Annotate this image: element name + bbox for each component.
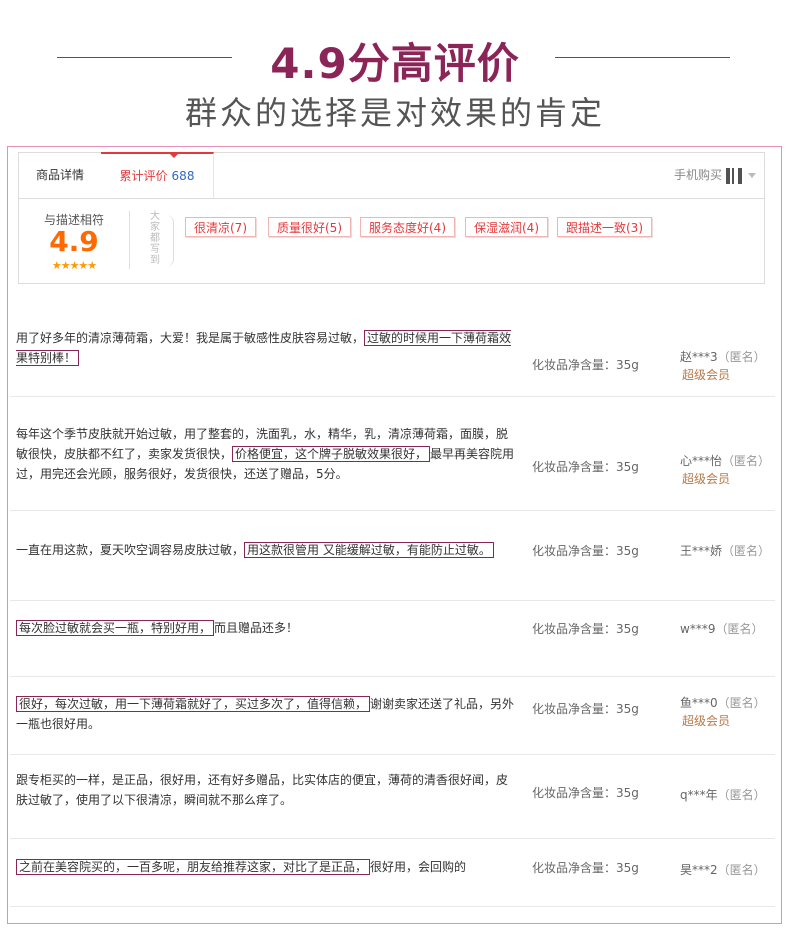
review-divider xyxy=(10,906,775,907)
member-badge: 超级会员 xyxy=(682,714,731,728)
anonymous-label: （匿名） xyxy=(717,863,766,877)
reviewer-id: 赵***3 xyxy=(680,350,718,364)
product-spec: 化妆品净含量：35g xyxy=(532,702,639,716)
mobile-buy-button[interactable]: 手机购买 xyxy=(674,153,756,198)
review-text: 一直在用这款，夏天吹空调容易皮肤过敏， 用这款很管用 又能缓解过敏，有能防止过敏。 xyxy=(16,540,516,560)
reviewer-name: 昊***2（匿名） xyxy=(680,861,766,878)
qr-code-icon xyxy=(726,167,742,184)
product-spec: 化妆品净含量：35g xyxy=(532,786,639,800)
promo-banner: 4.9分高评价 群众的选择是对效果的肯定 xyxy=(0,0,790,140)
anonymous-label: （匿名） xyxy=(715,622,764,636)
reviewer-name: 心***怡（匿名） xyxy=(680,452,770,469)
review-divider xyxy=(10,676,775,677)
reviewer-id: 鱼***0 xyxy=(680,696,718,710)
summary-divider xyxy=(129,211,130,269)
reviewer-name: 赵***3（匿名） xyxy=(680,348,766,365)
review-divider xyxy=(10,838,775,839)
review-text-highlight: 很好，每次过敏，用一下薄荷霜就好了，买过多次了，值得信赖， xyxy=(16,696,371,712)
reviewer-id: 王***娇 xyxy=(680,544,723,558)
review-tag[interactable]: 保湿滋润(4) xyxy=(465,217,548,237)
tab-product-details[interactable]: 商品详情 xyxy=(19,153,102,198)
review-divider xyxy=(10,510,775,511)
anonymous-label: （匿名） xyxy=(722,544,771,558)
member-badge: 超级会员 xyxy=(682,368,731,382)
review-text-highlight: 价格便宜，这个牌子脱敏效果很好， xyxy=(232,446,431,462)
review-text: 每年这个季节皮肤就开始过敏，用了整套的，洗面乳，水，精华，乳，清凉薄荷霜，面膜，… xyxy=(16,424,516,484)
reviewer-id: 心***怡 xyxy=(680,454,723,468)
review-text-highlight: 用这款很管用 又能缓解过敏，有能防止过敏。 xyxy=(244,542,494,558)
review-count: 688 xyxy=(171,169,195,183)
tab-reviews-label: 累计评价 xyxy=(119,169,168,183)
review-text-plain: 而且赠品还多！ xyxy=(214,621,299,635)
anonymous-label: （匿名） xyxy=(717,696,766,710)
review-tag[interactable]: 服务态度好(4) xyxy=(360,217,455,237)
review-divider xyxy=(10,754,775,755)
product-spec: 化妆品净含量：35g xyxy=(532,622,639,636)
anonymous-label: （匿名） xyxy=(717,350,766,364)
review-text-plain: 用了好多年的清凉薄荷霜，大爱！我是属于敏感性皮肤容易过敏， xyxy=(16,331,365,345)
reviewer-name: 鱼***0（匿名） xyxy=(680,694,766,711)
chevron-down-icon xyxy=(748,173,756,178)
review-text: 每次脸过敏就会买一瓶，特别好用， 而且赠品还多！ xyxy=(16,618,516,638)
everyone-wrote-label: 大家都写到 xyxy=(150,211,160,266)
mobile-buy-label: 手机购买 xyxy=(673,168,722,182)
review-text-plain: 一直在用这款，夏天吹空调容易皮肤过敏， xyxy=(16,543,245,557)
review-divider xyxy=(10,600,775,601)
review-divider xyxy=(10,396,775,397)
review-text-highlight: 之前在美容院买的，一百多呢，朋友给推荐这家，对比了是正品， xyxy=(16,859,371,875)
review-text: 跟专柜买的一样，是正品，很好用，还有好多赠品，比实体店的便宜，薄荷的清香很好闻，… xyxy=(16,770,516,810)
review-text: 用了好多年的清凉薄荷霜，大爱！我是属于敏感性皮肤容易过敏， 过敏的时候用一下薄荷霜… xyxy=(16,328,516,368)
product-spec: 化妆品净含量：35g xyxy=(532,544,639,558)
review-tag[interactable]: 很清凉(7) xyxy=(185,217,256,237)
review-text: 很好，每次过敏，用一下薄荷霜就好了，买过多次了，值得信赖， 谢谢卖家还送了礼品，另… xyxy=(16,694,516,734)
product-spec: 化妆品净含量：35g xyxy=(532,460,639,474)
rating-score: 4.9 xyxy=(49,225,99,258)
review-text-plain: 很好用，会回购的 xyxy=(370,860,467,874)
rating-summary: 与描述相符 4.9 ★★★★★ 大家都写到 很清凉(7) 质量很好(5) 服务态… xyxy=(18,198,765,284)
reviewer-id: q***年 xyxy=(680,788,718,802)
product-spec: 化妆品净含量：35g xyxy=(532,358,639,372)
banner-headline: 4.9分高评价 xyxy=(270,39,520,88)
member-badge: 超级会员 xyxy=(682,472,731,486)
review-tag[interactable]: 质量很好(5) xyxy=(268,217,351,237)
brace-icon xyxy=(165,215,174,267)
reviewer-name: 王***娇（匿名） xyxy=(680,542,770,559)
review-tag[interactable]: 跟描述一致(3) xyxy=(557,217,652,237)
product-spec: 化妆品净含量：35g xyxy=(532,861,639,875)
tab-reviews[interactable]: 累计评价 688 xyxy=(101,152,214,200)
review-text: 之前在美容院买的，一百多呢，朋友给推荐这家，对比了是正品， 很好用，会回购的 xyxy=(16,857,516,877)
review-text-plain: 跟专柜买的一样，是正品，很好用，还有好多赠品，比实体店的便宜，薄荷的清香很好闻，… xyxy=(16,773,509,807)
tab-bar: 商品详情 累计评价 688 手机购买 xyxy=(18,152,765,200)
star-rating-icon: ★★★★★ xyxy=(51,259,97,272)
reviewer-id: w***9 xyxy=(680,622,716,636)
anonymous-label: （匿名） xyxy=(717,788,766,802)
reviewer-name: w***9（匿名） xyxy=(680,620,763,637)
reviewer-name: q***年（匿名） xyxy=(680,786,766,803)
active-tab-caret xyxy=(169,153,179,158)
anonymous-label: （匿名） xyxy=(722,454,771,468)
review-text-highlight: 每次脸过敏就会买一瓶，特别好用， xyxy=(16,620,215,636)
banner-subline: 群众的选择是对效果的肯定 xyxy=(184,94,605,132)
reviewer-id: 昊***2 xyxy=(680,863,718,877)
